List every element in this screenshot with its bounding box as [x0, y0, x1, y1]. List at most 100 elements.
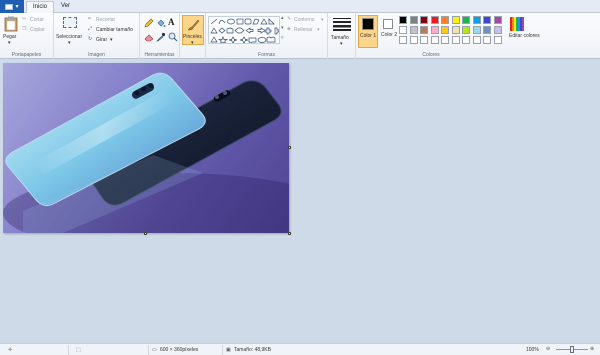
crop-label: Recortar: [96, 17, 116, 23]
palette-swatch[interactable]: [420, 36, 428, 44]
palette-swatch[interactable]: [483, 26, 491, 34]
palette-swatch[interactable]: [420, 26, 428, 34]
palette-swatch[interactable]: [409, 36, 418, 44]
palette-swatch[interactable]: [399, 36, 407, 44]
eraser-icon[interactable]: [144, 32, 154, 42]
magnifier-icon[interactable]: [168, 32, 178, 42]
outline-button[interactable]: ✎ Contorno ▾: [287, 16, 327, 24]
color2-swatch: [383, 19, 393, 29]
gallery-scroll-down-icon[interactable]: ▾: [281, 25, 284, 31]
zoom-slider-thumb[interactable]: [570, 346, 574, 353]
image-canvas[interactable]: [3, 63, 289, 233]
fill-icon[interactable]: [156, 18, 166, 28]
palette-swatch[interactable]: [462, 26, 470, 34]
palette-swatch[interactable]: [472, 36, 481, 44]
ribbon: Pegar ▾ ✂ Cortar ❐ Copiar Portapapeles S…: [0, 13, 600, 59]
status-separator: [222, 345, 223, 355]
palette-swatch[interactable]: [483, 16, 491, 24]
phone-photo: [3, 63, 289, 233]
copy-label: Copiar: [30, 27, 45, 33]
palette-swatch[interactable]: [493, 16, 502, 24]
tools-group-label: Herramientas: [144, 52, 175, 58]
palette-swatch[interactable]: [409, 26, 418, 34]
color2-label: Color 2: [381, 32, 398, 38]
palette-swatch[interactable]: [462, 36, 470, 44]
chevron-down-icon: ▾: [321, 17, 324, 23]
zoom-in-icon[interactable]: ⊕: [590, 346, 594, 352]
resize-handle-right[interactable]: [288, 146, 291, 149]
text-icon[interactable]: A: [168, 17, 175, 27]
edit-colors-label: Editar colores: [509, 33, 540, 39]
palette-swatch[interactable]: [441, 36, 449, 44]
palette-swatch[interactable]: [430, 16, 439, 24]
fill-shape-button[interactable]: ◈ Rellenar ▾: [287, 26, 327, 34]
zoom-out-icon[interactable]: ⊖: [546, 346, 550, 352]
crop-button[interactable]: ⌗ Recortar: [88, 16, 138, 24]
pencil-icon[interactable]: [144, 18, 154, 28]
size-icon: [333, 18, 351, 31]
tab-view[interactable]: Ver: [55, 1, 76, 13]
select-button[interactable]: Seleccionar ▾: [56, 15, 86, 46]
resize-handle-corner[interactable]: [288, 232, 291, 235]
palette-swatch[interactable]: [483, 36, 491, 44]
crop-icon: ⌗: [88, 16, 91, 22]
copy-button[interactable]: ❐ Copiar: [22, 26, 52, 34]
color-palette: [399, 16, 507, 46]
shapes-group: ▴ ▾ ▿ ✎ Contorno ▾ ◈ Rellenar ▾ Formas: [206, 13, 328, 59]
rotate-label: Girar: [96, 37, 108, 43]
palette-swatch[interactable]: [399, 26, 407, 34]
image-group-label: Imagen: [88, 52, 105, 58]
palette-swatch[interactable]: [451, 26, 460, 34]
chevron-down-icon: ▾: [191, 40, 194, 46]
cut-button[interactable]: ✂ Cortar: [22, 16, 52, 24]
clipboard-group: Pegar ▾ ✂ Cortar ❐ Copiar Portapapeles: [0, 13, 54, 59]
palette-swatch[interactable]: [409, 16, 418, 24]
color-picker-icon[interactable]: [156, 32, 166, 42]
palette-swatch[interactable]: [441, 16, 449, 24]
file-menu-button[interactable]: ▾: [0, 0, 24, 13]
paste-button[interactable]: Pegar ▾: [3, 15, 19, 46]
shapes-group-label: Formas: [258, 52, 275, 58]
color1-button[interactable]: Color 1: [358, 15, 378, 48]
palette-swatch[interactable]: [441, 26, 449, 34]
brushes-button[interactable]: Pinceles ▾: [182, 15, 204, 46]
image-group: Seleccionar ▾ ⌗ Recortar ⤢ Cambiar tamañ…: [54, 13, 140, 59]
canvas-workspace[interactable]: [0, 60, 600, 343]
color2-button[interactable]: Color 2: [380, 15, 398, 48]
copy-icon: ❐: [22, 26, 27, 32]
outline-label: Contorno: [294, 17, 315, 23]
gallery-expand-icon[interactable]: ▿: [281, 35, 284, 41]
palette-swatch[interactable]: [420, 16, 428, 24]
palette-swatch[interactable]: [493, 36, 502, 44]
chevron-down-icon: ▾: [8, 40, 11, 46]
palette-swatch[interactable]: [430, 26, 439, 34]
palette-swatch[interactable]: [451, 36, 460, 44]
palette-swatch[interactable]: [493, 26, 502, 34]
palette-swatch[interactable]: [462, 16, 470, 24]
shapes-gallery-icon[interactable]: [208, 16, 280, 44]
status-separator: [148, 345, 149, 355]
file-size: Tamaño: 48,9KB: [234, 347, 271, 353]
rotate-button[interactable]: ↻ Girar ▾: [88, 36, 138, 44]
fill-shape-icon: ◈: [287, 26, 291, 32]
palette-swatch[interactable]: [451, 16, 460, 24]
palette-swatch[interactable]: [430, 36, 439, 44]
clipboard-group-label: Portapapeles: [11, 52, 42, 58]
gallery-scroll-up-icon[interactable]: ▴: [281, 15, 284, 21]
color1-label: Color 1: [360, 33, 377, 39]
size-group: Tamaño ▾: [328, 13, 356, 59]
edit-colors-button[interactable]: Editar colores: [506, 15, 540, 48]
chevron-down-icon: ▾: [317, 27, 320, 33]
resize-handle-bottom[interactable]: [144, 232, 147, 235]
resize-button[interactable]: ⤢ Cambiar tamaño: [88, 26, 138, 34]
tab-home[interactable]: Inicio: [26, 1, 55, 13]
paste-icon: [4, 16, 18, 32]
palette-swatch[interactable]: [399, 16, 407, 24]
file-menu-icon: [5, 3, 14, 10]
palette-swatch[interactable]: [472, 26, 481, 34]
color1-swatch: [362, 18, 374, 30]
fill-shape-label: Rellenar: [294, 27, 313, 33]
palette-swatch[interactable]: [472, 16, 481, 24]
select-icon: [63, 17, 77, 28]
size-button[interactable]: Tamaño ▾: [330, 15, 354, 47]
